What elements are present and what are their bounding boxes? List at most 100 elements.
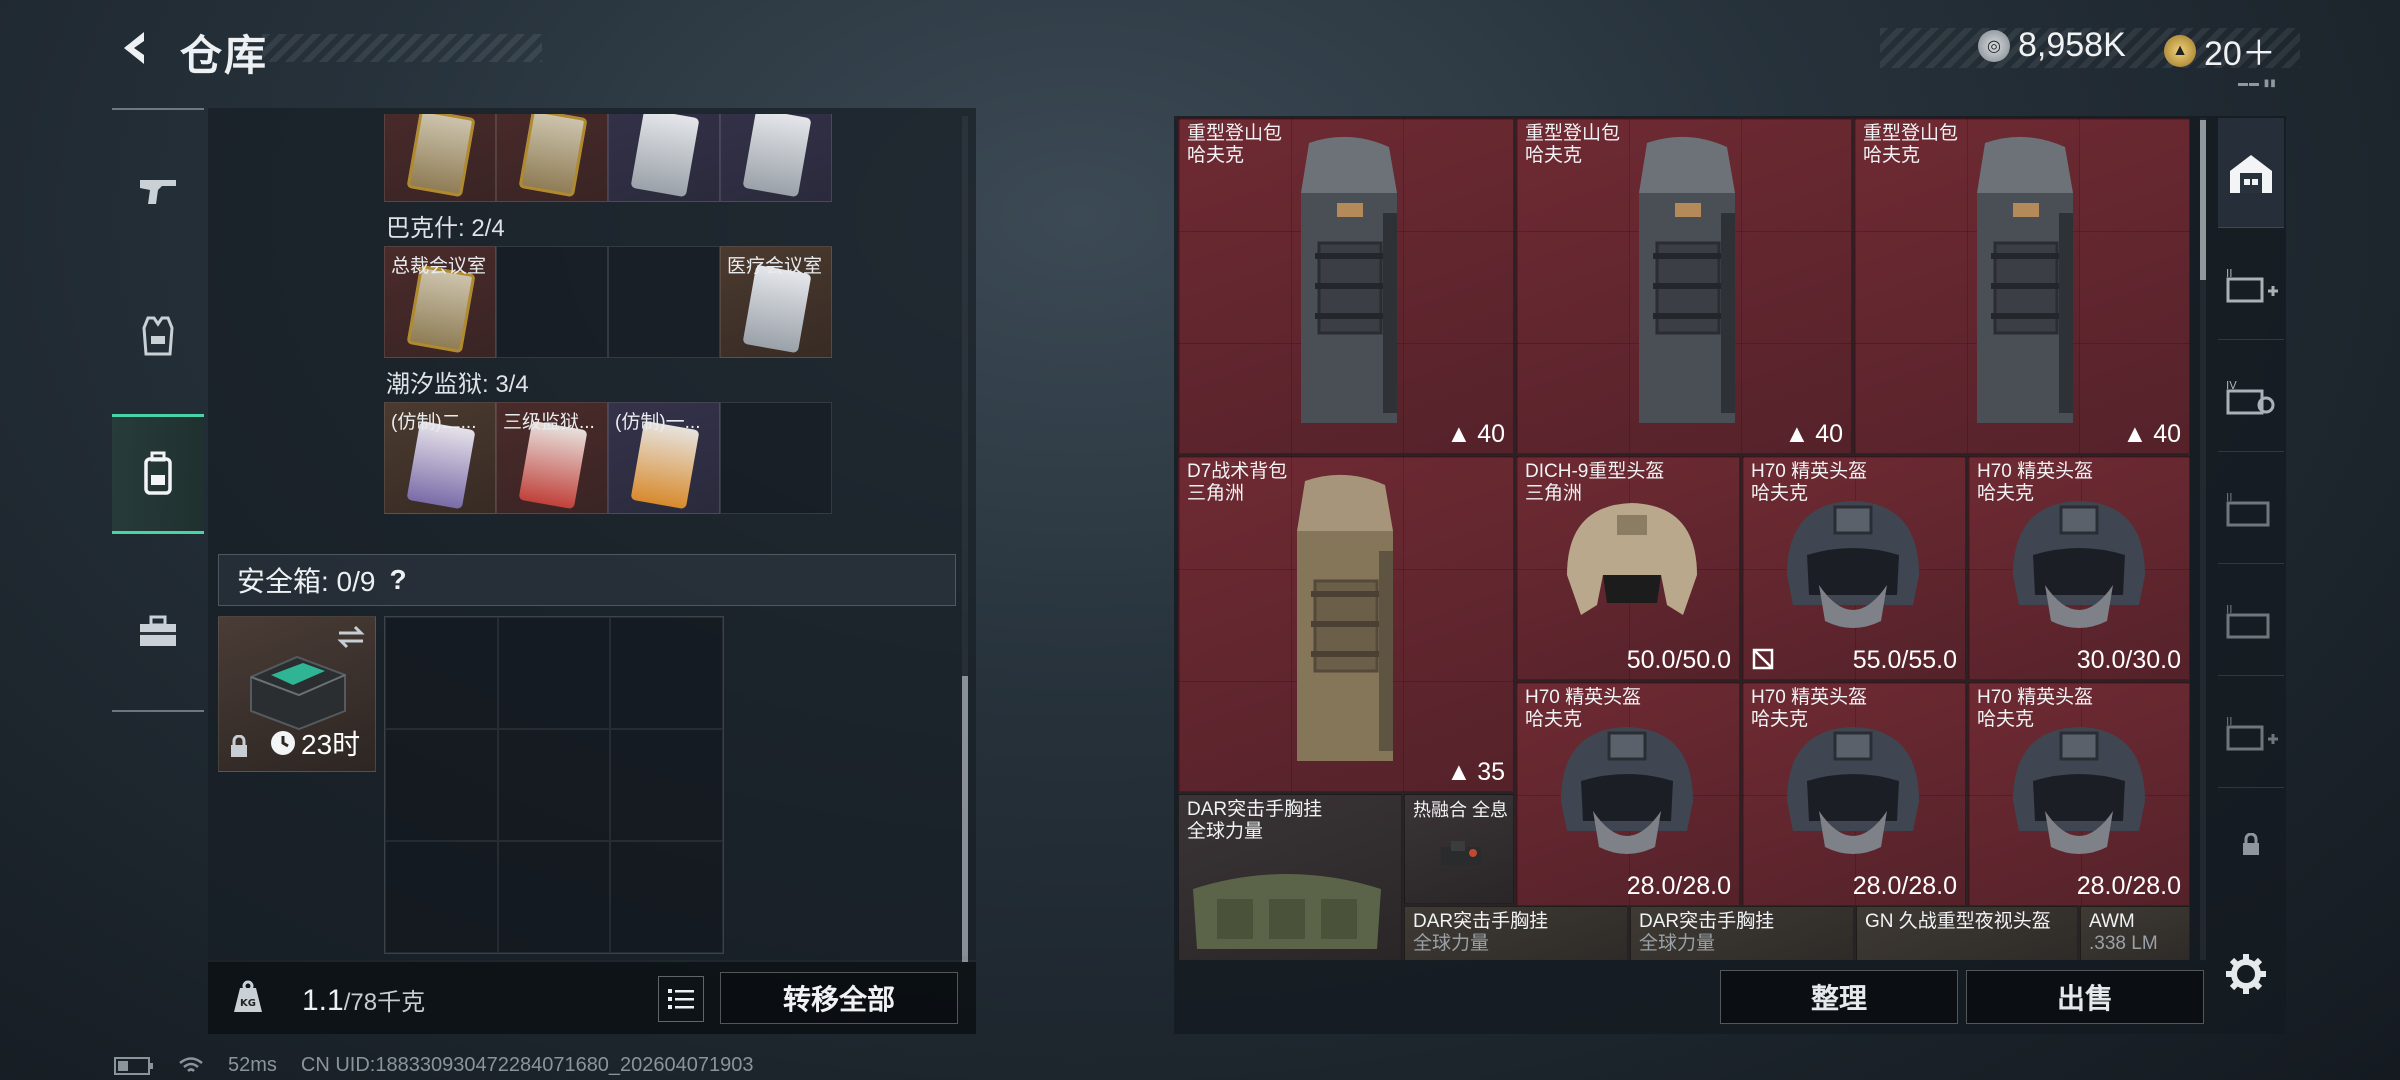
container-scroll-thumb[interactable]	[962, 676, 968, 962]
key-row: 总裁会议室 医疗会议室	[384, 246, 832, 358]
key-slot-empty[interactable]	[608, 246, 720, 358]
safebox-slot[interactable]	[497, 729, 611, 841]
header-deco: ▬▬ ▮▮	[2238, 78, 2277, 89]
tab-stash-ii-add[interactable]: II	[2218, 230, 2284, 340]
safebox-slot[interactable]	[385, 729, 498, 841]
key-slot-empty[interactable]	[496, 246, 608, 358]
safebox-slot[interactable]	[610, 729, 723, 841]
key-section-label: 潮汐监狱: 3/4	[386, 371, 529, 398]
safebox-timer: 23时	[269, 723, 360, 763]
helmet-item-icon	[1787, 501, 1919, 628]
keycard-icon	[630, 420, 700, 510]
item-stat: 28.0/28.0	[1852, 872, 1957, 900]
safebox-slot[interactable]	[610, 617, 723, 729]
battery-icon	[114, 1056, 153, 1075]
item-stat: ▲ 35	[1446, 758, 1505, 786]
inventory-item[interactable]: DAR突击手胸挂 全球力量	[1178, 794, 1402, 960]
tab-stash-all[interactable]	[2218, 118, 2284, 228]
list-view-button[interactable]	[658, 976, 704, 1022]
back-arrow-icon	[124, 32, 144, 64]
stash-gear-icon: IV	[2226, 379, 2275, 414]
inventory-item[interactable]: GN 久战重型夜视头盔	[1856, 906, 2078, 960]
inventory-item[interactable]: H70 精英头盔 哈夫克 28.0/28.0	[1742, 682, 1966, 906]
keycard-icon	[518, 420, 588, 510]
key-slot-empty[interactable]	[720, 402, 832, 514]
scope-item-icon	[1441, 841, 1481, 865]
tab-stash-ii-a[interactable]: II	[2218, 454, 2284, 564]
chest-rig-item-icon	[1193, 874, 1381, 949]
inventory-item[interactable]: DAR突击手胸挂 全球力量	[1404, 906, 1628, 960]
sort-button[interactable]: 整理	[1720, 970, 1958, 1024]
inventory-item[interactable]: 热融合 全息	[1404, 794, 1514, 904]
uid-text: CN UID:1883309304722840716​80_2026040719…	[300, 1054, 754, 1076]
coin-amount: 8,958K	[2018, 26, 2126, 64]
helmet-item-icon	[2013, 501, 2145, 628]
key-slot[interactable]	[384, 114, 496, 202]
key-slot[interactable]	[720, 114, 832, 202]
tab-stash-iv[interactable]: IV	[2218, 342, 2284, 452]
no-repair-icon	[1752, 648, 1774, 670]
nav-backpack[interactable]	[112, 414, 204, 534]
inventory-item[interactable]: H70 精英头盔 哈夫克 28.0/28.0	[1516, 682, 1740, 906]
tab-stash-ii-add-b[interactable]: II	[2218, 678, 2284, 788]
tab-stash-locked[interactable]	[2218, 790, 2284, 900]
safebox-slot[interactable]	[385, 617, 498, 729]
safebox-slot[interactable]	[497, 617, 611, 729]
back-button[interactable]	[108, 20, 164, 76]
toolbox-icon	[140, 615, 176, 646]
inventory-item[interactable]: 重型登山包 哈夫克 ▲ 40	[1516, 118, 1852, 454]
key-slot[interactable]: 医疗会议室	[720, 246, 832, 358]
safebox-slot[interactable]	[385, 841, 498, 953]
helmet-item-icon	[1787, 727, 1919, 854]
safebox-title: 安全箱: 0/9	[237, 566, 376, 597]
inventory-item[interactable]: H70 精英头盔 哈夫克 30.0/30.0	[1968, 456, 2190, 680]
key-slot-label: (仿制)一...	[615, 412, 701, 433]
key-slot[interactable]: 三级监狱...	[496, 402, 608, 514]
backpack-item-icon	[1639, 136, 1735, 423]
keycard-icon	[630, 114, 700, 198]
inventory-item[interactable]: H70 精英头盔 哈夫克 28.0/28.0	[1968, 682, 2190, 906]
item-name: DAR突击手胸挂 全球力量	[1187, 799, 1323, 842]
title-decoration	[262, 34, 542, 62]
timer-text: 23时	[301, 729, 361, 760]
settings-button[interactable]	[2222, 950, 2270, 998]
key-row	[384, 90, 832, 202]
safebox-case-icon	[250, 655, 346, 731]
help-icon[interactable]: ?	[389, 564, 406, 596]
inventory-item[interactable]: 重型登山包 哈夫克 ▲ 40	[1178, 118, 1514, 454]
keycard-icon	[518, 114, 588, 198]
safebox-item[interactable]: 23时	[218, 616, 376, 772]
capacity-icon: ▲	[1446, 758, 1472, 786]
nav-toolbox[interactable]	[112, 572, 204, 692]
key-slot[interactable]: (仿制)二...	[384, 402, 496, 514]
ticket-balance[interactable]: ▲ 20＋	[2164, 26, 2276, 75]
key-slot[interactable]: 总裁会议室	[384, 246, 496, 358]
inventory-item[interactable]: H70 精英头盔 哈夫克 55.0/55.0	[1742, 456, 1966, 680]
sell-button[interactable]: 出售	[1966, 970, 2204, 1024]
coin-icon: ◎	[1978, 29, 2010, 62]
inventory-item[interactable]: DAR突击手胸挂 全球力量	[1630, 906, 1854, 960]
safebox-slot[interactable]	[610, 841, 723, 953]
key-slot[interactable]: (仿制)一...	[608, 402, 720, 514]
status-bar: 52ms CN UID:1883309304722840716​80_20260…	[114, 1054, 754, 1077]
nav-weapons[interactable]	[112, 130, 204, 250]
wifi-icon	[179, 1056, 203, 1072]
clock-icon	[271, 731, 295, 755]
transfer-all-button[interactable]: 转移全部	[720, 972, 958, 1024]
safebox-slot[interactable]	[497, 841, 611, 953]
inventory-item[interactable]: AWM .338 LM	[2080, 906, 2190, 960]
stash-scroll-thumb[interactable]	[2200, 120, 2206, 280]
key-slot[interactable]	[608, 114, 720, 202]
lock-icon	[231, 735, 247, 757]
safebox-header: 安全箱: 0/9 ?	[218, 554, 956, 606]
item-name: D7战术背包 三角洲	[1187, 461, 1288, 504]
inventory-item[interactable]: D7战术背包 三角洲 ▲ 35	[1178, 456, 1514, 792]
tab-stash-ii-b[interactable]: II	[2218, 566, 2284, 676]
nav-armor[interactable]	[112, 276, 204, 396]
key-slot[interactable]	[496, 114, 608, 202]
lock-icon	[2243, 833, 2259, 855]
inventory-item[interactable]: DICH-9重型头盔 三角洲 50.0/50.0	[1516, 456, 1740, 680]
keycard-icon	[406, 264, 476, 354]
inventory-item[interactable]: 重型登山包 哈夫克 ▲ 40	[1854, 118, 2190, 454]
key-section-label: 巴克什: 2/4	[386, 215, 505, 242]
